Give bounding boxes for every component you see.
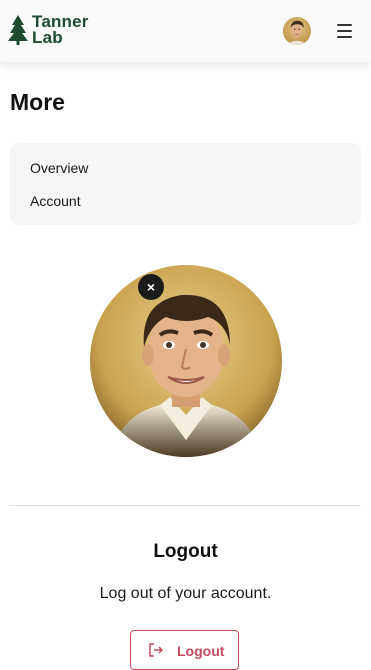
remove-photo-button[interactable]: × [138, 274, 164, 300]
pine-tree-icon [8, 15, 28, 45]
logout-button-label: Logout [177, 643, 225, 659]
logout-heading: Logout [153, 541, 218, 562]
logo-wordmark: Tanner Lab [32, 13, 89, 47]
more-nav: Overview Account [10, 143, 361, 225]
logout-description: Log out of your account. [99, 585, 272, 602]
section-divider [10, 505, 361, 506]
logout-button[interactable]: Logout [130, 630, 239, 670]
close-icon: × [146, 279, 156, 295]
nav-item-account[interactable]: Account [30, 193, 81, 209]
app-header: Tanner Lab [0, 0, 371, 62]
logo[interactable]: Tanner Lab [8, 13, 104, 48]
avatar[interactable] [283, 17, 311, 45]
nav-item-overview[interactable]: Overview [30, 160, 88, 176]
hamburger-menu-icon[interactable] [333, 20, 357, 42]
logo-line-2: Lab [32, 28, 63, 47]
avatar-image [283, 17, 311, 45]
logout-icon [149, 643, 164, 657]
profile-picture [90, 265, 282, 457]
page-title: More [10, 89, 65, 115]
profile-portrait [90, 265, 282, 457]
